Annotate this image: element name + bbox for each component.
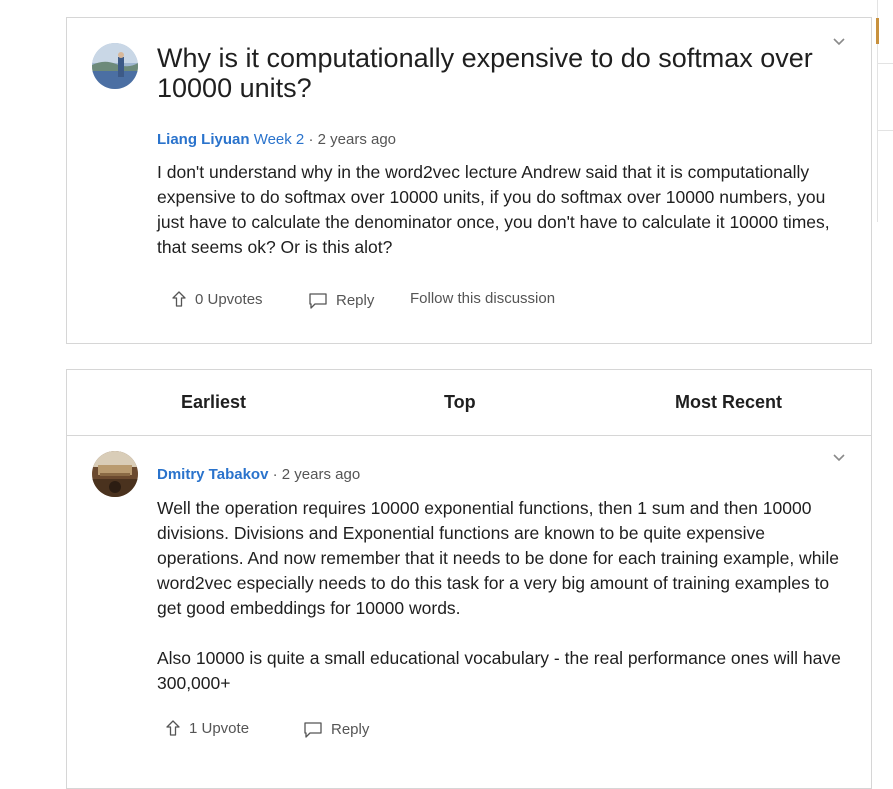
reply-bubble-icon (309, 293, 327, 309)
answer-author-link[interactable]: Dmitry Tabakov (157, 466, 268, 483)
question-author-avatar[interactable] (92, 43, 138, 89)
upvote-arrow-icon (172, 291, 186, 307)
right-panel-divider (877, 130, 893, 131)
reply-bubble-icon (304, 722, 322, 738)
reply-button[interactable]: Reply (303, 720, 369, 738)
answer-paragraph: Well the operation requires 10000 expone… (157, 498, 839, 618)
upvote-count: 1 Upvote (189, 719, 250, 737)
sort-tabs: Earliest Top Most Recent (67, 370, 871, 436)
reply-label: Reply (336, 291, 375, 309)
question-body: I don't understand why in the word2vec l… (157, 162, 830, 257)
reply-button[interactable]: Reply (308, 291, 374, 309)
answers-card: Earliest Top Most Recent Dmitry Tabakov … (66, 369, 872, 789)
tab-most-recent[interactable]: Most Recent (675, 392, 782, 413)
reply-label: Reply (331, 720, 370, 738)
answer-meta: Dmitry Tabakov · 2 years ago (157, 466, 360, 483)
tab-earliest[interactable]: Earliest (181, 392, 246, 413)
answer-author-avatar[interactable] (92, 451, 138, 497)
upvote-button[interactable]: 1 Upvote (165, 719, 249, 737)
tab-top[interactable]: Top (444, 392, 476, 413)
question-title: Why is it computationally expensive to d… (157, 43, 813, 103)
meta-separator: · (308, 131, 314, 148)
follow-label: Follow this discussion (410, 290, 556, 307)
meta-separator: · (272, 466, 278, 483)
right-panel-divider (877, 63, 893, 64)
upvote-arrow-icon (166, 720, 180, 736)
answer-time: 2 years ago (281, 466, 361, 483)
question-week-link[interactable]: Week 2 (254, 131, 305, 148)
question-card: Why is it computationally expensive to d… (66, 17, 872, 344)
upvote-button[interactable]: 0 Upvotes (171, 290, 263, 308)
right-panel-edge (877, 0, 893, 222)
question-meta: Liang Liyuan Week 2 · 2 years ago (157, 131, 396, 148)
right-panel-accent (876, 18, 879, 44)
follow-discussion-button[interactable]: Follow this discussion (410, 290, 555, 307)
question-time: 2 years ago (317, 131, 397, 148)
chevron-down-icon[interactable] (831, 450, 847, 466)
upvote-count: 0 Upvotes (195, 290, 263, 308)
answer-paragraph: Also 10000 is quite a small educational … (157, 648, 841, 693)
question-author-link[interactable]: Liang Liyuan (157, 131, 250, 148)
